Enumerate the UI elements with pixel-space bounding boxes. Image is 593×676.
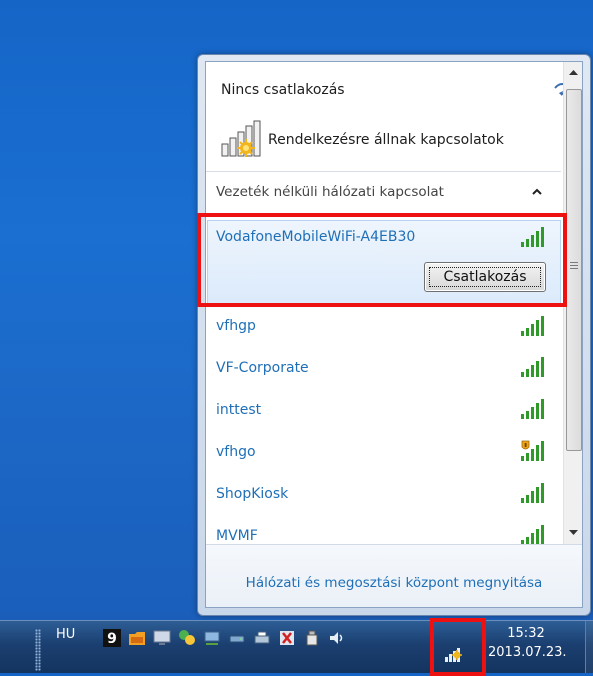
wireless-section-header: Vezeték nélküli hálózati kapcsolat bbox=[216, 184, 444, 200]
wifi-signal-icon bbox=[521, 357, 544, 377]
flyout-footer: Hálózati és megosztási központ megnyitás… bbox=[206, 544, 582, 607]
language-indicator[interactable]: HU bbox=[56, 627, 75, 642]
chevron-up-icon[interactable] bbox=[532, 187, 542, 197]
network-signal-large-icon bbox=[221, 120, 261, 157]
volume-icon[interactable] bbox=[328, 629, 346, 647]
network-name[interactable]: MVMF bbox=[216, 528, 258, 544]
show-desktop-button[interactable] bbox=[585, 621, 593, 673]
highlight-box-tray bbox=[430, 618, 486, 676]
network-name[interactable]: vfhgo bbox=[216, 444, 256, 460]
wifi-signal-icon bbox=[521, 316, 544, 336]
folder-icon[interactable] bbox=[128, 629, 146, 647]
grip-line bbox=[570, 265, 578, 266]
flag-icon[interactable] bbox=[278, 629, 296, 647]
network-name[interactable]: inttest bbox=[216, 402, 261, 418]
chat-icon[interactable] bbox=[178, 629, 196, 647]
nine-icon[interactable]: 9 bbox=[103, 629, 121, 647]
network-name[interactable]: ShopKiosk bbox=[216, 486, 288, 502]
network-flyout-content: Nincs csatlakozás Rendelkezésre állnak k… bbox=[205, 61, 583, 608]
network-sharing-center-link[interactable]: Hálózati és megosztási központ megnyitás… bbox=[206, 575, 582, 591]
monitor-icon[interactable] bbox=[153, 629, 171, 647]
wifi-signal-icon bbox=[521, 483, 544, 503]
network-name[interactable]: VF-Corporate bbox=[216, 360, 309, 376]
wifi-signal-secured-icon bbox=[521, 440, 544, 461]
taskbar-grip[interactable] bbox=[35, 629, 41, 671]
scroll-down-icon[interactable] bbox=[565, 524, 582, 541]
network-flyout: Nincs csatlakozás Rendelkezésre állnak k… bbox=[197, 54, 591, 616]
clock-date[interactable]: 2013.07.23. bbox=[488, 645, 567, 660]
highlight-box-network bbox=[197, 213, 567, 307]
network-name[interactable]: vfhgp bbox=[216, 318, 256, 334]
usb-icon[interactable] bbox=[303, 629, 321, 647]
grip-line bbox=[570, 268, 578, 269]
wifi-signal-icon bbox=[521, 399, 544, 419]
divider bbox=[206, 171, 561, 172]
wifi-signal-icon bbox=[521, 525, 544, 545]
scroll-up-icon[interactable] bbox=[565, 64, 582, 81]
network-share-icon[interactable] bbox=[203, 629, 221, 647]
connection-status-title: Nincs csatlakozás bbox=[221, 82, 345, 98]
scroll-thumb[interactable] bbox=[566, 89, 582, 451]
grip-line bbox=[570, 262, 578, 263]
taskbar: HU 9 15:32 2013.07.23. bbox=[0, 620, 593, 673]
svg-text:9: 9 bbox=[107, 631, 117, 647]
printer-icon[interactable] bbox=[253, 629, 271, 647]
clock-time[interactable]: 15:32 bbox=[495, 626, 557, 641]
drive-icon[interactable] bbox=[228, 629, 246, 647]
available-connections-label: Rendelkezésre állnak kapcsolatok bbox=[268, 132, 504, 148]
